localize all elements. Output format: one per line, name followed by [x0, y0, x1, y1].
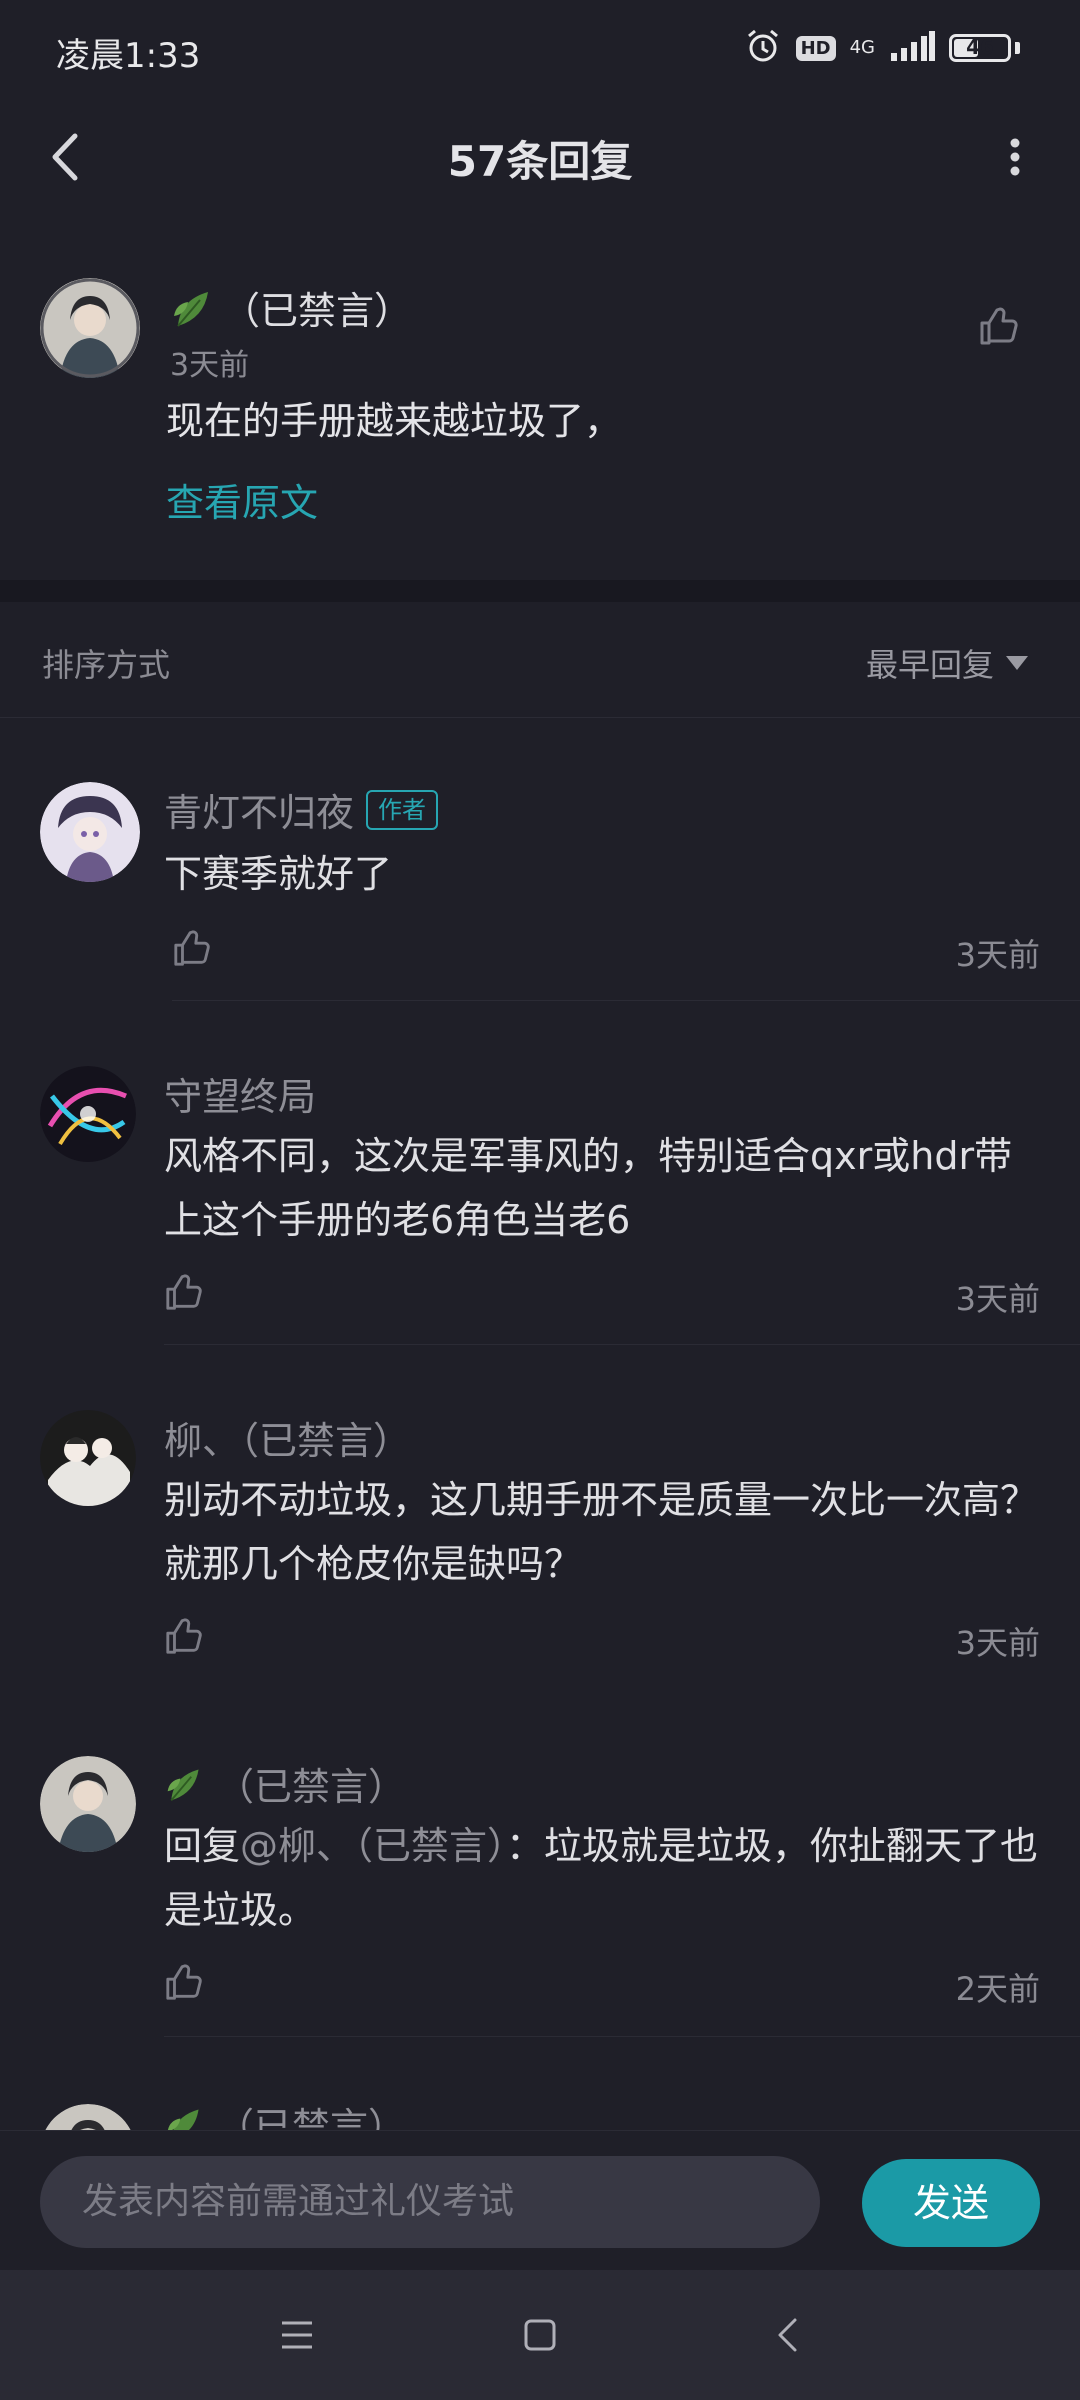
- status-icons: HD 4G 46: [744, 28, 1020, 68]
- battery-level: 46: [966, 35, 994, 59]
- more-button[interactable]: [980, 122, 1050, 192]
- thumbs-up-icon: [166, 1964, 202, 2000]
- status-bar: 凌晨1:33 HD 4G 46: [0, 0, 1080, 100]
- leaf-icon: [167, 1768, 199, 1801]
- reply-content: 别动不动垃圾，这几期手册不是质量一次比一次高？就那几个枪皮你是缺吗？: [164, 1478, 1039, 1586]
- reply-username[interactable]: 守望终局: [164, 1066, 316, 1121]
- more-vertical-icon: [1010, 138, 1020, 176]
- view-original-link[interactable]: 查看原文: [166, 472, 318, 527]
- op-username[interactable]: （已禁言）: [170, 280, 412, 335]
- original-post: （已禁言） 3天前 现在的手册越来越垃圾了， 查看原文: [0, 260, 1080, 580]
- reply-username[interactable]: （已禁言）: [164, 1756, 406, 1811]
- sort-label: 排序方式: [42, 646, 171, 684]
- avatar[interactable]: [40, 1410, 136, 1506]
- battery-tip: [1015, 42, 1020, 54]
- op-content: 现在的手册越来越垃圾了，: [166, 399, 623, 443]
- avatar[interactable]: [40, 1756, 136, 1852]
- sort-bar: 排序方式 最早回复: [0, 602, 1080, 718]
- sort-dropdown[interactable]: 最早回复: [866, 640, 1028, 686]
- alarm-icon: [744, 27, 782, 69]
- reply-like-button[interactable]: [164, 1962, 204, 2006]
- reply-item: 青灯不归夜 作者 下赛季就好了 3天前: [0, 782, 1080, 1002]
- home-button[interactable]: [505, 2300, 575, 2370]
- leaf-icon: [167, 2108, 199, 2130]
- reply-divider: [172, 1000, 1080, 1001]
- battery-icon: 46: [949, 34, 1011, 62]
- reply-item: 守望终局 风格不同，这次是军事风的，特别适合qxr或hdr带上这个手册的老6角色…: [0, 1066, 1080, 1346]
- menu-icon: [282, 2321, 312, 2349]
- title-bar: 57条回复: [0, 100, 1080, 215]
- system-back-button[interactable]: [752, 2300, 822, 2370]
- reply-divider: [164, 1344, 1080, 1345]
- status-time: 凌晨1:33: [56, 36, 201, 76]
- thumbs-up-icon: [166, 1618, 202, 1654]
- triangle-back-icon: [778, 2318, 797, 2352]
- reply-content: 下赛季就好了: [164, 852, 393, 896]
- reply-content: 风格不同，这次是军事风的，特别适合qxr或hdr带上这个手册的老6角色当老6: [164, 1134, 1013, 1242]
- thumbs-up-icon: [174, 930, 210, 966]
- reply-username[interactable]: （已禁言）: [164, 2100, 406, 2130]
- reply-username-text: （已禁言）: [216, 1765, 407, 1809]
- reply-content: 回复@柳、（已禁言）：垃圾就是垃圾，你扯翻天了也是垃圾。: [164, 1814, 1040, 1942]
- system-nav-bar: [0, 2270, 1080, 2400]
- reply-like-button[interactable]: [172, 928, 212, 972]
- leaf-icon: [174, 291, 208, 327]
- caret-down-icon: [1006, 656, 1028, 670]
- send-button[interactable]: 发送: [862, 2159, 1040, 2247]
- signal-icon: [889, 31, 935, 65]
- reply-item: （已禁言）: [0, 2100, 1080, 2130]
- avatar[interactable]: [40, 1066, 136, 1162]
- reply-like-button[interactable]: [164, 1272, 204, 1316]
- mention-link[interactable]: @柳、（已禁言）: [240, 1824, 506, 1868]
- hd-badge: HD: [795, 35, 836, 61]
- thumbs-up-icon: [980, 307, 1018, 345]
- reply-time: 3天前: [955, 936, 1040, 974]
- reply-time: 2天前: [955, 1970, 1040, 2008]
- op-username-text: （已禁言）: [222, 289, 413, 333]
- reply-like-button[interactable]: [164, 1616, 204, 1660]
- reply-username-text: 守望终局: [164, 1075, 317, 1119]
- avatar[interactable]: [40, 278, 140, 378]
- thumbs-up-icon: [166, 1274, 202, 1310]
- reply-item: （已禁言） 回复@柳、（已禁言）：垃圾就是垃圾，你扯翻天了也是垃圾。 2天前: [0, 1756, 1080, 2037]
- author-badge: 作者: [366, 789, 439, 830]
- reply-username-text: （已禁言）: [216, 2105, 407, 2130]
- op-time: 3天前: [170, 348, 250, 383]
- avatar[interactable]: [40, 782, 140, 882]
- network-type: 4G: [849, 37, 875, 58]
- reply-prefix: 回复: [164, 1824, 241, 1868]
- reply-username[interactable]: 柳、（已禁言）: [164, 1410, 411, 1465]
- reply-divider: [164, 2036, 1080, 2037]
- reply-username-text: 青灯不归夜: [164, 791, 355, 835]
- square-home-icon: [524, 2319, 556, 2351]
- composer-bar: 发表内容前需通过礼仪考试 发送: [0, 2130, 1080, 2271]
- avatar[interactable]: [40, 2104, 136, 2130]
- op-like-button[interactable]: [978, 305, 1020, 351]
- reply-time: 3天前: [955, 1280, 1040, 1318]
- reply-username-text: 柳、（已禁言）: [164, 1419, 412, 1463]
- reply-item: 柳、（已禁言） 别动不动垃圾，这几期手册不是质量一次比一次高？就那几个枪皮你是缺…: [0, 1410, 1080, 1690]
- page-title: 57条回复: [447, 137, 633, 186]
- section-separator: [0, 580, 1080, 602]
- comment-input[interactable]: 发表内容前需通过礼仪考试: [40, 2156, 820, 2248]
- reply-username[interactable]: 青灯不归夜 作者: [164, 782, 439, 837]
- menu-button[interactable]: [262, 2300, 332, 2370]
- sort-value-text: 最早回复: [865, 646, 994, 684]
- reply-time: 3天前: [955, 1624, 1040, 1662]
